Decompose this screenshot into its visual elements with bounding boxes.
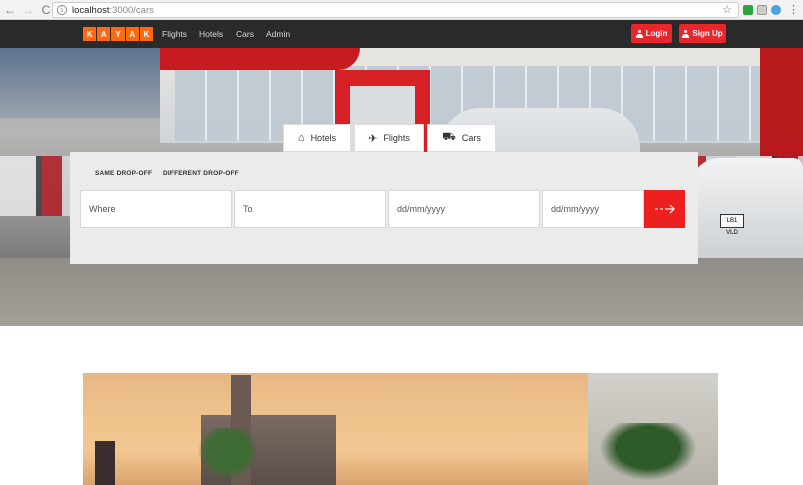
browser-toolbar: ← → C i localhost:3000/cars ☆ ⋮: [0, 0, 803, 20]
login-label: Login: [645, 29, 668, 38]
tab-label: Cars: [461, 133, 481, 143]
promo-palm: [593, 423, 703, 485]
nav-link-hotels[interactable]: Hotels: [199, 29, 223, 39]
logo-letter: Y: [111, 27, 125, 41]
different-dropoff-option[interactable]: DIFFERENT DROP-OFF: [163, 170, 239, 177]
hero-car: [690, 158, 803, 268]
browser-menu-icon[interactable]: ⋮: [788, 3, 799, 16]
tab-label: Flights: [383, 133, 410, 143]
to-input[interactable]: To: [234, 190, 386, 228]
hero-red-roof: [160, 48, 360, 70]
login-button[interactable]: Login: [631, 24, 672, 43]
back-icon[interactable]: ←: [2, 2, 18, 18]
kayak-logo[interactable]: K A Y A K: [83, 27, 154, 41]
hero-sky: [0, 48, 170, 118]
bookmark-star-icon[interactable]: ☆: [722, 3, 732, 16]
extension-icon[interactable]: [743, 5, 753, 15]
car-icon: ⛟: [442, 131, 456, 143]
extension-icon[interactable]: [757, 5, 767, 15]
site-navbar: K A Y A K Flights Hotels Cars Admin Logi…: [0, 20, 803, 48]
signup-button[interactable]: Sign Up: [679, 24, 726, 43]
hotel-icon: ⌂: [297, 132, 305, 144]
logo-letter: A: [125, 27, 139, 41]
where-input[interactable]: Where: [80, 190, 232, 228]
hero-red-wall: [760, 48, 803, 168]
search-button[interactable]: [644, 190, 685, 228]
nav-link-flights[interactable]: Flights: [162, 29, 187, 39]
nav-link-cars[interactable]: Cars: [236, 29, 254, 39]
tab-flights[interactable]: ✈ Flights: [354, 124, 424, 152]
tab-label: Hotels: [310, 133, 337, 143]
url-host: localhost: [72, 4, 110, 16]
signup-label: Sign Up: [692, 29, 723, 38]
logo-letter: A: [97, 27, 111, 41]
tab-hotels[interactable]: ⌂ Hotels: [283, 124, 351, 152]
promo-palm: [193, 428, 263, 485]
promo-sign: [95, 441, 115, 485]
arrow-right-icon: [654, 204, 675, 214]
same-dropoff-option[interactable]: SAME DROP-OFF: [95, 170, 152, 177]
url-path: :3000/cars: [109, 4, 154, 16]
logo-letter: K: [83, 27, 97, 41]
user-icon: [682, 29, 690, 38]
logo-letter: K: [139, 27, 154, 41]
plane-icon: ✈: [368, 132, 378, 145]
nav-link-admin[interactable]: Admin: [266, 29, 290, 39]
forward-icon[interactable]: →: [20, 2, 36, 18]
hero-ground: [0, 258, 803, 326]
tab-cars[interactable]: ⛟ Cars: [427, 124, 496, 152]
pickup-date-input[interactable]: dd/mm/yyyy: [388, 190, 540, 228]
license-plate: LB1 VLD: [720, 214, 744, 236]
info-icon[interactable]: i: [57, 5, 67, 15]
dropoff-date-input[interactable]: dd/mm/yyyy: [542, 190, 644, 228]
promo-image: [83, 373, 718, 485]
address-bar[interactable]: i localhost:3000/cars ☆: [52, 2, 739, 18]
user-icon: [635, 29, 643, 38]
search-panel: SAME DROP-OFF DIFFERENT DROP-OFF Where T…: [70, 152, 698, 264]
extension-icon[interactable]: [771, 5, 781, 15]
